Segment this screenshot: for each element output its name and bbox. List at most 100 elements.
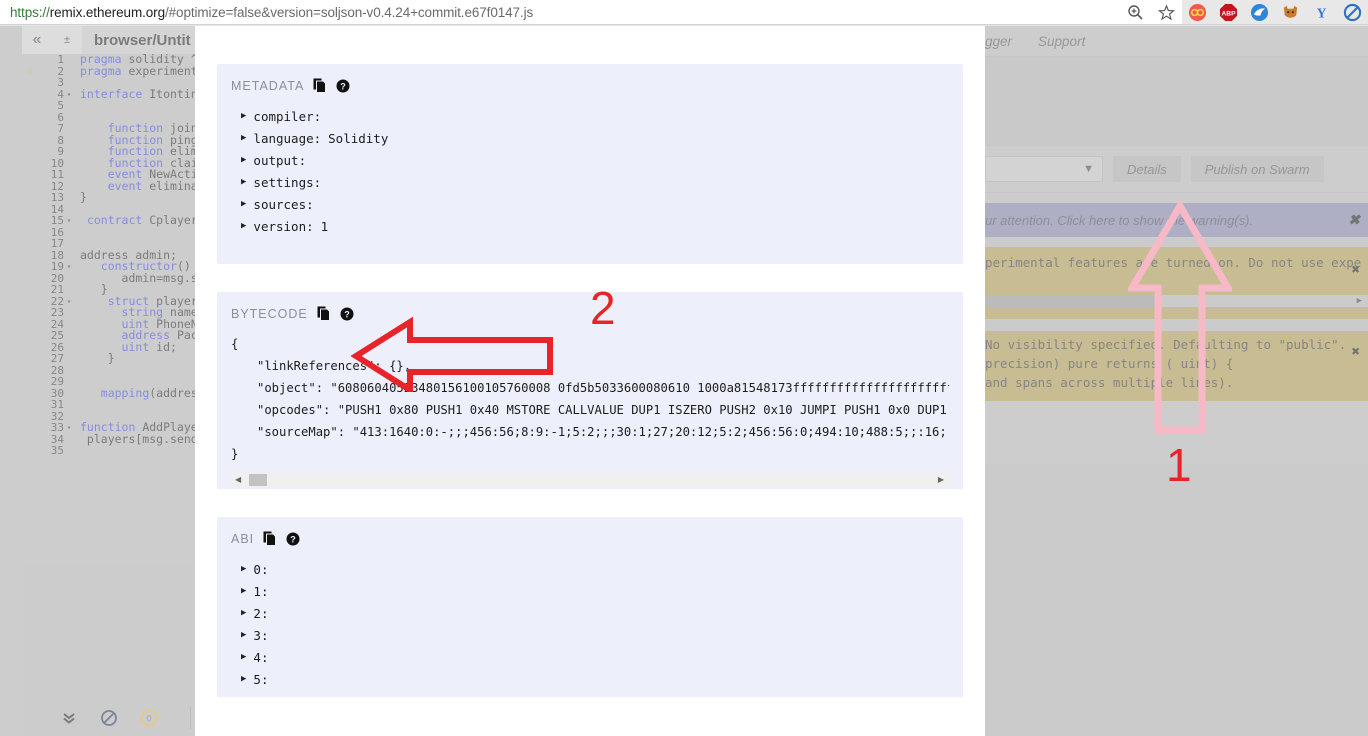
caret-right-icon[interactable]: ▶ xyxy=(241,564,246,574)
line-number: 5 xyxy=(57,99,64,112)
abi-key: 5: xyxy=(253,671,269,687)
fold-toggle-icon[interactable]: ▾ xyxy=(64,89,74,101)
bytecode-title: BYTECODE xyxy=(231,306,308,321)
caret-right-icon[interactable]: ▶ xyxy=(241,155,246,165)
caret-right-icon[interactable]: ▶ xyxy=(241,177,246,187)
publish-on-swarm-label: Publish on Swarm xyxy=(1204,161,1310,177)
blue-bird-extension-icon[interactable] xyxy=(1244,0,1275,24)
copy-icon[interactable] xyxy=(313,78,327,93)
abi-row[interactable]: ▶ 0: xyxy=(231,558,949,580)
yandex-extension-icon[interactable]: Y xyxy=(1306,0,1337,24)
caret-right-icon[interactable]: ▶ xyxy=(241,133,246,143)
copy-icon[interactable] xyxy=(263,531,277,546)
line-number: 31 xyxy=(50,398,64,411)
abi-title: ABI xyxy=(231,531,255,546)
caret-right-icon[interactable]: ▶ xyxy=(241,586,246,596)
abi-key: 1: xyxy=(253,583,269,599)
metadata-row[interactable]: ▶ language: Solidity xyxy=(231,127,949,149)
editor-file-tab[interactable]: browser/Untit xyxy=(82,26,203,54)
compile-actions-row: ▼ Details Publish on Swarm xyxy=(985,146,1368,192)
scrollbar-thumb[interactable] xyxy=(249,474,267,486)
abi-row[interactable]: ▶ 1: xyxy=(231,580,949,602)
abi-row[interactable]: ▶ 5: xyxy=(231,668,949,690)
line-number: 15 xyxy=(50,214,64,227)
fold-toggle-icon[interactable]: ▾ xyxy=(64,422,74,434)
caret-right-icon[interactable]: ▶ xyxy=(241,608,246,618)
details-button-label: Details xyxy=(1127,161,1167,177)
bytecode-json[interactable]: "linkReferences": {}, "object": "60806040… xyxy=(231,355,949,443)
close-icon[interactable]: ✖ xyxy=(1348,212,1360,229)
svg-text:?: ? xyxy=(290,534,296,544)
metadata-row[interactable]: ▶ version: 1 xyxy=(231,215,949,237)
nav-item-support[interactable]: Support xyxy=(1038,34,1085,49)
code-line-text: pragma experimental xyxy=(80,63,212,78)
warning-card-2[interactable]: No visibility specified. Defaulting to "… xyxy=(985,331,1368,401)
svg-text:0: 0 xyxy=(146,714,151,724)
abi-tree: ▶ 0: ▶ 1: ▶ 2: ▶ 3: ▶ 4: ▶ 5: xyxy=(231,558,949,690)
metadata-row[interactable]: ▶ output: xyxy=(231,149,949,171)
url-text[interactable]: https://remix.ethereum.org/#optimize=fal… xyxy=(10,5,533,20)
metadata-key: version: xyxy=(253,218,314,234)
collapse-panel-button[interactable]: « xyxy=(22,26,52,54)
chevron-down-icon: ▼ xyxy=(1083,163,1094,175)
details-button[interactable]: Details xyxy=(1113,156,1181,182)
no-entry-icon[interactable] xyxy=(98,707,120,729)
caret-right-icon[interactable]: ▶ xyxy=(241,674,246,684)
caret-right-icon[interactable]: ▶ xyxy=(241,652,246,662)
bytecode-horizontal-scrollbar[interactable]: ◀ ▶ xyxy=(231,473,949,487)
abi-row[interactable]: ▶ 2: xyxy=(231,602,949,624)
fold-toggle-icon[interactable]: ▾ xyxy=(64,215,74,227)
scrollbar-thumb[interactable] xyxy=(985,295,1155,307)
metadata-row[interactable]: ▶ settings: xyxy=(231,171,949,193)
warning-1-scrollbar[interactable]: ▶ xyxy=(985,295,1368,307)
metadata-header: METADATA ? xyxy=(231,78,949,93)
block-extension-icon[interactable] xyxy=(1337,0,1368,24)
caret-right-icon[interactable]: ▶ xyxy=(241,199,246,209)
metadata-title: METADATA xyxy=(231,78,305,93)
scroll-right-arrow-icon[interactable]: ▶ xyxy=(938,473,944,487)
warning-card-2-line2: precision) pure returns ( uint) { xyxy=(985,356,1234,371)
code-line-text: mapping(address xyxy=(100,385,205,400)
close-icon-warning-2[interactable]: ✖ xyxy=(1352,343,1360,362)
contract-select[interactable]: ▼ xyxy=(985,156,1103,182)
fold-toggle-icon[interactable]: ▾ xyxy=(64,296,74,308)
font-size-label: ± xyxy=(63,34,71,46)
help-icon[interactable]: ? xyxy=(336,79,350,93)
copy-icon[interactable] xyxy=(317,306,331,321)
expand-down-icon[interactable] xyxy=(58,707,80,729)
warning-card-1[interactable]: perimental features are turned on. Do no… xyxy=(985,247,1368,319)
help-icon[interactable]: ? xyxy=(286,532,300,546)
adblock-plus-icon[interactable]: ABP xyxy=(1213,0,1244,24)
abi-row[interactable]: ▶ 4: xyxy=(231,646,949,668)
caret-right-icon[interactable]: ▶ xyxy=(241,630,246,640)
caret-right-icon[interactable]: ▶ xyxy=(241,221,246,231)
fold-toggle-icon[interactable]: ▾ xyxy=(64,261,74,273)
caret-right-icon[interactable]: ▶ xyxy=(241,111,246,121)
scroll-left-arrow-icon[interactable]: ◀ xyxy=(235,473,241,487)
scroll-right-arrow-icon[interactable]: ▶ xyxy=(1357,295,1362,307)
line-number: 9 xyxy=(57,145,64,158)
bookmark-star-icon[interactable] xyxy=(1151,0,1182,24)
close-icon-warning-1[interactable]: ✖ xyxy=(1352,261,1360,280)
attention-banner[interactable]: ur attention. Click here to show the war… xyxy=(985,203,1368,237)
warning-count-icon[interactable]: 0 xyxy=(138,707,160,729)
line-number: 11 xyxy=(50,168,64,181)
publish-on-swarm-button[interactable]: Publish on Swarm xyxy=(1190,156,1324,182)
metadata-row[interactable]: ▶ compiler: xyxy=(231,105,949,127)
abi-row[interactable]: ▶ 3: xyxy=(231,624,949,646)
spacer-3 xyxy=(985,319,1368,331)
nav-item-debugger[interactable]: gger xyxy=(985,34,1012,49)
bytecode-section: BYTECODE ? { "linkReferences": {}, "objec… xyxy=(217,292,963,489)
abi-key: 3: xyxy=(253,627,269,643)
fox-extension-icon[interactable] xyxy=(1275,0,1306,24)
help-icon[interactable]: ? xyxy=(340,307,354,321)
infinity-extension-icon[interactable] xyxy=(1182,0,1213,24)
zoom-icon[interactable] xyxy=(1120,0,1151,24)
attention-banner-text: ur attention. Click here to show the war… xyxy=(985,212,1254,228)
warning-card-2-line3: and spans across multiple lines). xyxy=(985,375,1234,390)
browser-extensions: ABP Y xyxy=(1182,0,1368,24)
browser-url-bar[interactable]: https://remix.ethereum.org/#optimize=fal… xyxy=(0,0,1368,24)
metadata-value: Solidity xyxy=(328,130,389,146)
font-size-button[interactable]: ± xyxy=(52,26,82,54)
metadata-row[interactable]: ▶ sources: xyxy=(231,193,949,215)
